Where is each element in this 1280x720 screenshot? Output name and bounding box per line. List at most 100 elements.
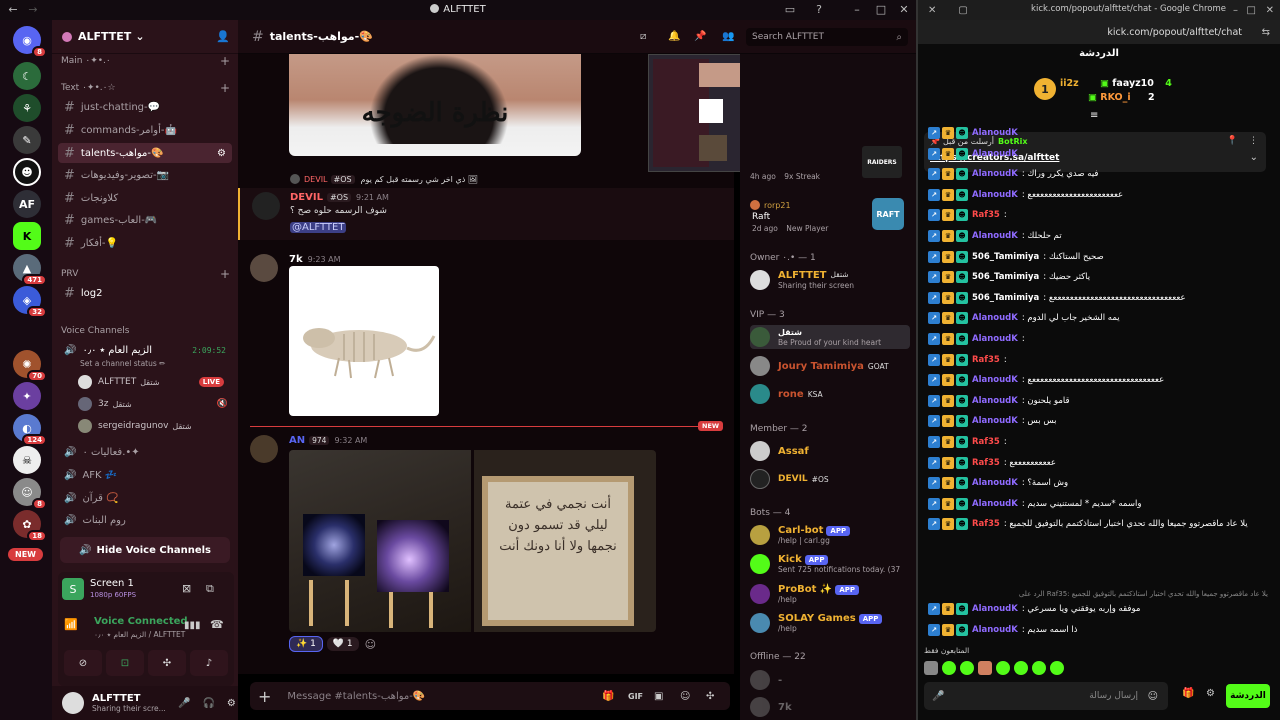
reply-preview[interactable]: DEVIL #OS ذي اخر شي رسمته قبل كم يوم 🖼 [290, 174, 478, 184]
apps-icon[interactable]: ✣ [706, 691, 714, 702]
chat-username[interactable]: AlanoudK [972, 190, 1018, 200]
guild-icon[interactable]: ☻ [13, 158, 41, 186]
emoji-icon[interactable]: ☺ [680, 691, 690, 702]
chat-username[interactable]: AlanoudK [972, 478, 1018, 488]
message-author[interactable]: 7k [289, 254, 303, 265]
channel-photos[interactable]: # تصوير-وفيديوهات-📷 [58, 165, 232, 185]
chat-username[interactable]: AlanoudK [972, 169, 1018, 179]
chat-username[interactable]: AlanoudK [972, 231, 1018, 241]
avatar[interactable] [252, 192, 280, 220]
channel-ideas[interactable]: # أفكار-💡 [58, 233, 232, 253]
calligraphy-canvas-photo[interactable]: أنت نجمي في عتمة ليلي قد تسمو دون نجمها … [474, 450, 656, 632]
member-solay[interactable]: SOLAY Games APP/help [750, 611, 910, 635]
chat-username[interactable]: AlanoudK [972, 604, 1018, 614]
guild-icon[interactable]: ◐ 124 [13, 414, 47, 446]
channel-log2[interactable]: # log2 [58, 283, 232, 303]
guild-icon[interactable]: ✺ 70 [13, 350, 47, 382]
chat-username[interactable]: AlanoudK [972, 625, 1018, 635]
chat-username[interactable]: AlanoudK [972, 416, 1018, 426]
user-mention[interactable]: @ALFTTET [290, 222, 347, 233]
chat-username[interactable]: AlanoudK [972, 149, 1018, 159]
chat-username[interactable]: Raf35 [972, 519, 1000, 529]
popout-icon[interactable]: ⧉ [206, 582, 214, 596]
channel-commands[interactable]: # commands-أوامر-🤖 [58, 120, 232, 140]
threads-icon[interactable]: ⧄ [640, 31, 646, 42]
attach-plus-icon[interactable]: + [258, 687, 271, 706]
message-author[interactable]: AN [289, 435, 305, 446]
guild-icon[interactable]: ☾ [13, 62, 41, 90]
galaxy-canvas-photo[interactable] [289, 450, 471, 632]
new-unreads-pill[interactable]: NEW [8, 548, 43, 561]
channel-talents[interactable]: # talents-مواهب-🎨 ⚙ [58, 143, 232, 163]
member-carl-bot[interactable]: Carl-bot APP/help | carl.gg [750, 523, 910, 547]
disconnect-icon[interactable]: ☎ [210, 618, 224, 631]
member-vip-1[interactable]: شتقل Be Proud of your kind heart [750, 325, 910, 349]
guild-icon[interactable]: ☺ 8 [13, 478, 47, 510]
kick-guild-icon[interactable]: K [13, 222, 41, 250]
sticker-icon[interactable]: ▣ [654, 691, 663, 702]
add-reaction-icon[interactable]: ☺ [365, 638, 376, 651]
kick-message-input[interactable]: 🎤 إرسال رسالة ☺ [924, 682, 1168, 710]
category-voice[interactable]: Voice Channels [61, 326, 129, 336]
chat-username[interactable]: AlanoudK [972, 128, 1018, 138]
microphone-icon[interactable]: 🎤 [178, 698, 190, 709]
message-composer[interactable]: + Message #talents-مواهب-🎨 🎁 GIF ▣ ☺ ✣ [250, 682, 730, 710]
category-text[interactable]: Text ٠.•✦٠☆ [61, 83, 116, 93]
chat-username[interactable]: AlanoudK [972, 313, 1018, 323]
guild-icon[interactable]: AF [13, 190, 41, 218]
user-settings-icon[interactable]: ⚙ [227, 698, 236, 709]
meme-image[interactable]: نظرة الضوجه [289, 54, 581, 156]
member-devil[interactable]: DEVIL #OS [750, 467, 910, 491]
search-input[interactable]: Search ALFTTET ⌕ [746, 28, 908, 46]
category-main[interactable]: Main ٠.•✦٠ [61, 56, 111, 66]
maximize-icon[interactable]: □ [874, 3, 888, 17]
restore-icon[interactable]: ▢ [958, 5, 967, 16]
chat-username[interactable]: Raf35 [972, 210, 1000, 220]
emoji-icon[interactable]: ☺ [1148, 691, 1158, 702]
soundboard-button[interactable]: ♪ [190, 650, 228, 676]
member-offline-2[interactable]: 7k [750, 695, 910, 719]
server-header[interactable]: ALFTTET ⌄ 👤 [52, 20, 238, 54]
address-options-icon[interactable]: ⇆ [1262, 27, 1270, 38]
chat-username[interactable]: Raf35 [972, 437, 1000, 447]
chat-username[interactable]: 506_Tamimiya [972, 252, 1039, 262]
chat-username[interactable]: AlanoudK [972, 396, 1018, 406]
member-joury[interactable]: Joury Tamimiya GOAT [750, 354, 910, 378]
kick-address-bar[interactable]: kick.com/popout/alfttet/chat ⇆ [918, 20, 1280, 44]
channel-just-chatting[interactable]: # just-chatting-💬 [58, 97, 232, 117]
headphones-icon[interactable]: 🎧 [202, 698, 214, 709]
close-icon[interactable]: ✕ [897, 3, 911, 17]
guild-icon[interactable]: ✦ [13, 382, 41, 410]
rat-skeleton-image[interactable] [289, 266, 439, 416]
voice-user-sergei[interactable]: sergeidragunov شتقل [78, 418, 232, 434]
member-probot[interactable]: ProBot ✨ APP/help [750, 582, 910, 606]
share-screen-button[interactable]: ⊡ [106, 650, 144, 676]
set-channel-status[interactable]: Set a channel status ✏ [80, 359, 165, 368]
notification-bell-icon[interactable]: 🔔 [668, 31, 680, 42]
chat-username[interactable]: AlanoudK [972, 334, 1018, 344]
chat-username[interactable]: Raf35 [972, 355, 1000, 365]
voice-user-3z[interactable]: 3z شتقل 🔇 [78, 396, 232, 412]
voice-user-alfttet[interactable]: ALFTTET شتقل LIVE [78, 374, 232, 390]
voice-channel-events[interactable]: 🔊 فعاليات ٠.•✦ [58, 442, 232, 462]
add-channel-icon[interactable]: + [220, 54, 230, 68]
member-assaf[interactable]: Assaf [750, 439, 910, 463]
help-icon[interactable]: ? [812, 3, 826, 17]
guild-icon[interactable]: ▲ 471 [13, 254, 47, 286]
avatar[interactable] [250, 254, 278, 282]
channel-lounges[interactable]: # كلاونجات [58, 188, 232, 208]
guild-icon[interactable]: ☠ [13, 446, 41, 474]
voice-channel-afk[interactable]: 🔊 AFK 💤 [58, 465, 232, 485]
voice-channel-main[interactable]: 🔊 الزيم العام ⭑ ۰٫٠ 2:09:52 [58, 340, 232, 360]
add-channel-icon[interactable]: + [220, 267, 230, 281]
member-alfttet[interactable]: ALFTTET شتقل Sharing their screen [750, 268, 910, 292]
message-author[interactable]: DEVIL [290, 192, 323, 203]
camera-off-button[interactable]: ⊘ [64, 650, 102, 676]
settings-gear-icon[interactable]: ⚙ [1206, 688, 1215, 699]
reaction-heart[interactable]: 🤍 1 [326, 637, 359, 651]
guild-icon[interactable]: ✿ 18 [13, 510, 47, 542]
chat-username[interactable]: AlanoudK [972, 375, 1018, 385]
user-avatar[interactable] [62, 692, 84, 714]
voice-channel-quran[interactable]: 🔊 قرآن 📿 [58, 488, 232, 508]
pin-icon[interactable]: 📌 [694, 31, 706, 42]
